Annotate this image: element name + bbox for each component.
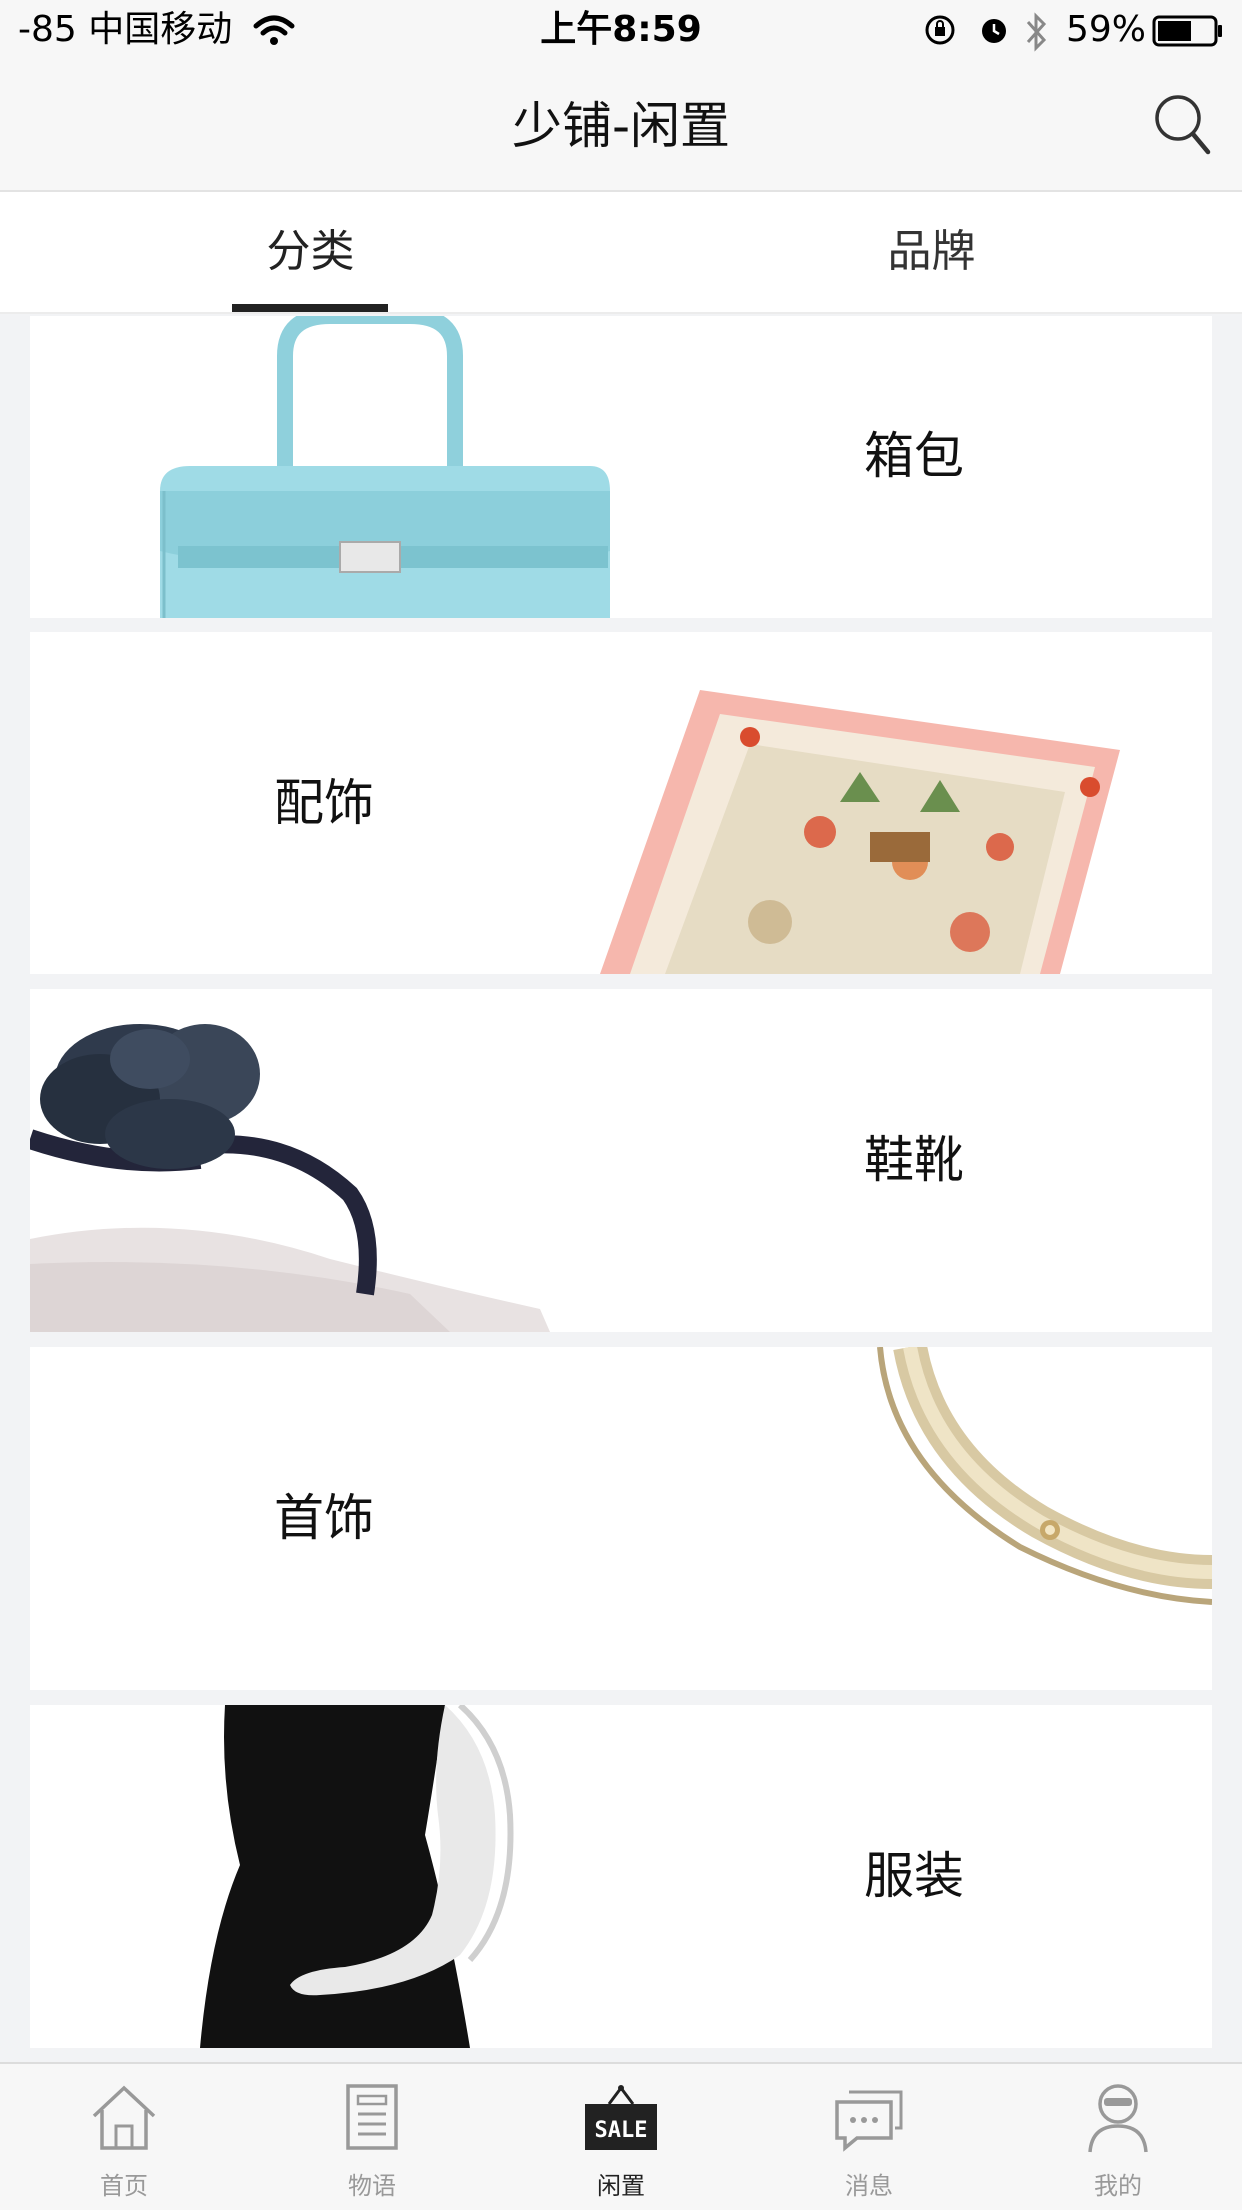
tab-stories[interactable]: 物语 (248, 2064, 496, 2210)
sale-icon: SALE (585, 2085, 657, 2150)
handbag-image (160, 316, 610, 618)
tab-profile[interactable]: 我的 (994, 2064, 1242, 2210)
sandal-image (30, 1024, 550, 1332)
segment-tabs: 分类 品牌 (0, 192, 1242, 314)
category-label: 配饰 (274, 774, 374, 832)
alarm-icon (982, 19, 1006, 43)
search-icon[interactable] (1152, 92, 1212, 158)
status-time: 上午8:59 (540, 9, 702, 50)
tab-label: 消息 (845, 2172, 893, 2200)
battery-icon (1152, 15, 1222, 47)
page-title: 少铺-闲置 (511, 97, 731, 155)
profile-icon (1088, 2084, 1148, 2153)
ring-image (877, 1347, 1212, 1605)
tab-category[interactable]: 分类 (0, 192, 621, 312)
bottom-tab-bar: 首页 物语 SALE 闲置 消息 我的 (0, 2062, 1242, 2210)
category-card-jewelry[interactable]: 首饰 (30, 1347, 1212, 1690)
category-label: 首饰 (274, 1489, 374, 1547)
category-card-clothing[interactable]: 服装 (30, 1705, 1212, 2048)
sale-badge-text: SALE (595, 2118, 648, 2143)
battery-percent: 59% (1065, 9, 1146, 50)
category-label: 鞋靴 (864, 1131, 964, 1189)
active-tab-indicator (232, 304, 388, 312)
bluetooth-icon (1026, 12, 1047, 52)
tab-home[interactable]: 首页 (0, 2064, 248, 2210)
tab-messages[interactable]: 消息 (745, 2064, 993, 2210)
category-label: 服装 (864, 1847, 964, 1905)
document-icon (346, 2084, 398, 2150)
tab-label: 闲置 (597, 2172, 645, 2200)
navigation-bar: 少铺-闲置 (0, 62, 1242, 192)
status-bar: -85 中国移动 上午8:59 59% (0, 0, 1242, 62)
silk-scarf-image (600, 690, 1120, 974)
home-icon (92, 2085, 156, 2150)
tab-label: 物语 (348, 2172, 396, 2200)
orientation-lock-icon (925, 15, 955, 45)
tab-idle-sale[interactable]: SALE 闲置 (497, 2064, 745, 2210)
tab-label: 我的 (1094, 2172, 1142, 2200)
category-label: 箱包 (864, 427, 964, 485)
category-card-bags[interactable]: 箱包 (30, 316, 1212, 618)
category-card-accessories[interactable]: 配饰 (30, 632, 1212, 974)
tab-brand[interactable]: 品牌 (621, 192, 1242, 312)
category-card-shoes[interactable]: 鞋靴 (30, 989, 1212, 1332)
tab-label: 首页 (100, 2172, 148, 2200)
dress-image (200, 1705, 514, 2048)
message-icon (835, 2090, 903, 2152)
